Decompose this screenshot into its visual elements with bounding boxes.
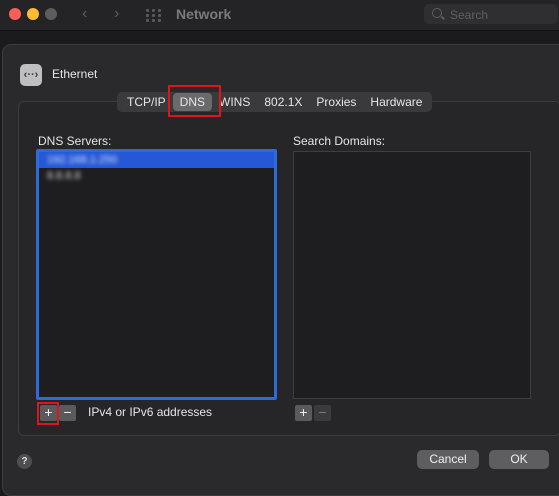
remove-search-domain-button[interactable]: − [314,405,331,421]
ok-button[interactable]: OK [489,450,549,469]
add-dns-server-button[interactable]: + [40,405,57,421]
interface-name: Ethernet [52,67,98,81]
dns-servers-label: DNS Servers: [38,134,112,148]
tab-8021x[interactable]: 802.1X [257,93,309,111]
dns-server-value: 8.8.8.8 [47,170,81,182]
minimize-window-button[interactable] [27,8,39,20]
close-window-button[interactable] [9,8,21,20]
search-input[interactable] [448,6,552,24]
dns-server-value: 192.168.1.250 [47,154,118,166]
dns-hint-text: IPv4 or IPv6 addresses [88,405,213,419]
search-domains-label: Search Domains: [293,134,386,148]
list-item[interactable]: 192.168.1.250 [39,152,274,168]
chevron-left-icon[interactable]: ‹ [82,5,87,23]
title-bar: ‹ › Network [0,0,559,31]
search-icon [432,8,442,18]
remove-dns-server-button[interactable]: − [59,405,76,421]
add-search-domain-button[interactable]: + [295,405,312,421]
tab-dns[interactable]: DNS [172,93,213,111]
ethernet-icon: ‹··› [20,64,42,86]
window-title: Network [176,6,232,22]
cancel-button[interactable]: Cancel [417,450,479,469]
tab-tcpip[interactable]: TCP/IP [120,93,173,111]
tab-wins[interactable]: WINS [212,93,257,111]
search-domains-list[interactable] [293,151,531,399]
help-button[interactable]: ? [17,454,32,469]
search-field[interactable] [424,4,558,24]
tab-bar: TCP/IP DNS WINS 802.1X Proxies Hardware [117,92,433,112]
grid-icon[interactable] [146,9,162,22]
dns-servers-list[interactable]: 192.168.1.250 8.8.8.8 [36,149,277,400]
tab-proxies[interactable]: Proxies [309,93,363,111]
chevron-right-icon[interactable]: › [114,5,119,23]
list-item[interactable]: 8.8.8.8 [39,168,274,184]
zoom-window-button[interactable] [45,8,57,20]
tab-hardware[interactable]: Hardware [363,93,429,111]
